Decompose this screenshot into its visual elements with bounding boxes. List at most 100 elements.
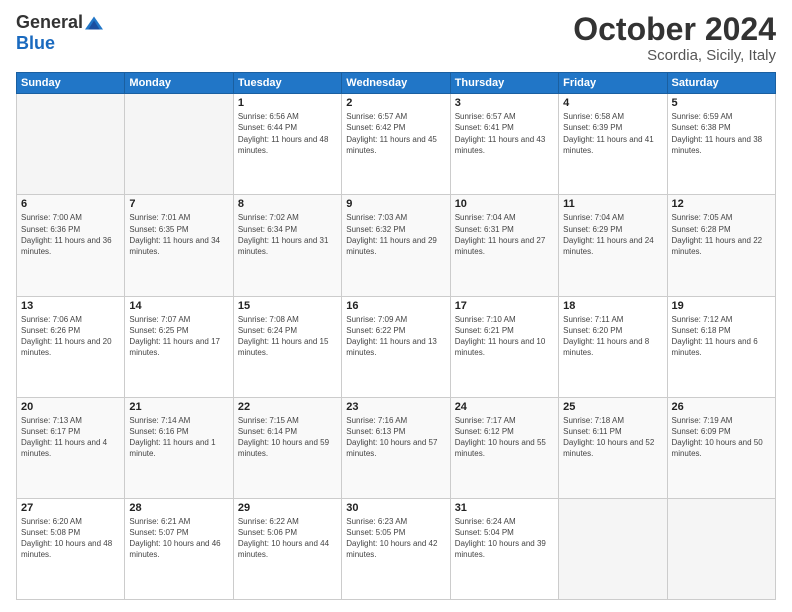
table-row: 17Sunrise: 7:10 AMSunset: 6:21 PMDayligh…	[450, 296, 558, 397]
sunrise-text: Sunrise: 7:06 AM	[21, 315, 82, 324]
daylight-text: Daylight: 11 hours and 15 minutes.	[238, 337, 329, 357]
sunrise-text: Sunrise: 7:07 AM	[129, 315, 190, 324]
sunrise-text: Sunrise: 7:14 AM	[129, 416, 190, 425]
sunset-text: Sunset: 6:29 PM	[563, 225, 622, 234]
day-info: Sunrise: 6:58 AMSunset: 6:39 PMDaylight:…	[563, 111, 662, 156]
day-info: Sunrise: 6:21 AMSunset: 5:07 PMDaylight:…	[129, 516, 228, 561]
table-row: 24Sunrise: 7:17 AMSunset: 6:12 PMDayligh…	[450, 397, 558, 498]
day-info: Sunrise: 7:04 AMSunset: 6:31 PMDaylight:…	[455, 212, 554, 257]
sunset-text: Sunset: 6:13 PM	[346, 427, 405, 436]
day-number: 17	[455, 300, 554, 312]
sunset-text: Sunset: 6:17 PM	[21, 427, 80, 436]
sunset-text: Sunset: 6:22 PM	[346, 326, 405, 335]
daylight-text: Daylight: 11 hours and 45 minutes.	[346, 135, 437, 155]
day-number: 28	[129, 502, 228, 514]
sunrise-text: Sunrise: 6:24 AM	[455, 517, 516, 526]
sunset-text: Sunset: 6:09 PM	[672, 427, 731, 436]
calendar-header-row: Sunday Monday Tuesday Wednesday Thursday…	[17, 73, 776, 94]
daylight-text: Daylight: 10 hours and 42 minutes.	[346, 539, 437, 559]
sunrise-text: Sunrise: 7:18 AM	[563, 416, 624, 425]
daylight-text: Daylight: 10 hours and 55 minutes.	[455, 438, 546, 458]
day-info: Sunrise: 7:01 AMSunset: 6:35 PMDaylight:…	[129, 212, 228, 257]
table-row: 26Sunrise: 7:19 AMSunset: 6:09 PMDayligh…	[667, 397, 775, 498]
sunset-text: Sunset: 6:34 PM	[238, 225, 297, 234]
daylight-text: Daylight: 11 hours and 36 minutes.	[21, 236, 112, 256]
day-info: Sunrise: 7:05 AMSunset: 6:28 PMDaylight:…	[672, 212, 771, 257]
day-info: Sunrise: 7:19 AMSunset: 6:09 PMDaylight:…	[672, 415, 771, 460]
day-info: Sunrise: 6:24 AMSunset: 5:04 PMDaylight:…	[455, 516, 554, 561]
day-number: 31	[455, 502, 554, 514]
day-info: Sunrise: 7:15 AM Sunset: 6:14 PM Daylight:…	[238, 415, 337, 460]
table-row: 20Sunrise: 7:13 AMSunset: 6:17 PMDayligh…	[17, 397, 125, 498]
table-row: 22Sunrise: 7:15 AMSunset: 6:14 PMDayligh…	[233, 397, 341, 498]
header-saturday: Saturday	[667, 73, 775, 94]
header-tuesday: Tuesday	[233, 73, 341, 94]
sunrise-text: Sunrise: 7:08 AM	[238, 315, 299, 324]
sunrise-text: Sunrise: 6:57 AM	[346, 112, 407, 121]
sunset-text: Sunset: 6:25 PM	[129, 326, 188, 335]
sunset-text: Sunset: 6:14 PM	[238, 427, 297, 436]
table-row	[17, 94, 125, 195]
table-row: 25Sunrise: 7:18 AMSunset: 6:11 PMDayligh…	[559, 397, 667, 498]
table-row: 21Sunrise: 7:14 AMSunset: 6:16 PMDayligh…	[125, 397, 233, 498]
daylight-text: Daylight: 11 hours and 1 minute.	[129, 438, 215, 458]
day-info: Sunrise: 6:56 AMSunset: 6:44 PMDaylight:…	[238, 111, 337, 156]
page: General Blue October 2024 Scordia, Sicil…	[0, 0, 792, 612]
header-friday: Friday	[559, 73, 667, 94]
sunset-text: Sunset: 6:32 PM	[346, 225, 405, 234]
sunrise-text: Sunrise: 7:12 AM	[672, 315, 733, 324]
day-number: 30	[346, 502, 445, 514]
table-row: 27Sunrise: 6:20 AMSunset: 5:08 PMDayligh…	[17, 498, 125, 599]
logo-blue-text: Blue	[16, 33, 55, 54]
sunset-text: Sunset: 6:41 PM	[455, 123, 514, 132]
day-number: 6	[21, 198, 120, 210]
day-info: Sunrise: 7:17 AMSunset: 6:12 PMDaylight:…	[455, 415, 554, 460]
daylight-text: Daylight: 11 hours and 4 minutes.	[21, 438, 107, 458]
location: Scordia, Sicily, Italy	[573, 47, 776, 64]
day-number: 27	[21, 502, 120, 514]
sunrise-text: Sunrise: 7:15 AM	[238, 416, 299, 425]
logo-icon	[85, 16, 103, 30]
day-number: 2	[346, 97, 445, 109]
calendar-week-row: 27Sunrise: 6:20 AMSunset: 5:08 PMDayligh…	[17, 498, 776, 599]
table-row: 18Sunrise: 7:11 AMSunset: 6:20 PMDayligh…	[559, 296, 667, 397]
calendar-week-row: 1Sunrise: 6:56 AMSunset: 6:44 PMDaylight…	[17, 94, 776, 195]
day-number: 16	[346, 300, 445, 312]
sunrise-text: Sunrise: 6:58 AM	[563, 112, 624, 121]
table-row: 6Sunrise: 7:00 AMSunset: 6:36 PMDaylight…	[17, 195, 125, 296]
daylight-text: Daylight: 11 hours and 20 minutes.	[21, 337, 112, 357]
calendar-week-row: 6Sunrise: 7:00 AMSunset: 6:36 PMDaylight…	[17, 195, 776, 296]
header-sunday: Sunday	[17, 73, 125, 94]
sunset-text: Sunset: 5:06 PM	[238, 528, 297, 537]
sunset-text: Sunset: 6:24 PM	[238, 326, 297, 335]
daylight-text: Daylight: 10 hours and 48 minutes.	[21, 539, 112, 559]
sunset-text: Sunset: 5:07 PM	[129, 528, 188, 537]
table-row: 9 Sunrise: 7:03 AMSunset: 6:32 PMDaylight…	[342, 195, 450, 296]
table-row: 8Sunrise: 7:02 AMSunset: 6:34 PMDaylight…	[233, 195, 341, 296]
sunrise-text: Sunrise: 7:02 AM	[238, 213, 299, 222]
calendar-table: Sunday Monday Tuesday Wednesday Thursday…	[16, 72, 776, 600]
sunrise-text: Sunrise: 7:05 AM	[672, 213, 733, 222]
daylight-text: Daylight: 11 hours and 38 minutes.	[672, 135, 763, 155]
day-info: Sunrise: 7:13 AMSunset: 6:17 PMDaylight:…	[21, 415, 120, 460]
daylight-text: Daylight: 11 hours and 13 minutes.	[346, 337, 437, 357]
day-number: 23	[346, 401, 445, 413]
daylight-text: Daylight: 10 hours and 59 minutes.	[238, 438, 329, 458]
day-number: 4	[563, 97, 662, 109]
day-info: Sunrise: 7:04 AMSunset: 6:29 PMDaylight:…	[563, 212, 662, 257]
sunset-text: Sunset: 5:08 PM	[21, 528, 80, 537]
day-info: Sunrise: 7:03 AMSunset: 6:32 PMDaylight:…	[346, 212, 445, 257]
calendar-week-row: 20Sunrise: 7:13 AMSunset: 6:17 PMDayligh…	[17, 397, 776, 498]
day-info: Sunrise: 6:59 AMSunset: 6:38 PMDaylight:…	[672, 111, 771, 156]
day-number: 21	[129, 401, 228, 413]
daylight-text: Daylight: 11 hours and 17 minutes.	[129, 337, 220, 357]
sunset-text: Sunset: 6:44 PM	[238, 123, 297, 132]
sunset-text: Sunset: 6:11 PM	[563, 427, 622, 436]
table-row: 5Sunrise: 6:59 AMSunset: 6:38 PMDaylight…	[667, 94, 775, 195]
day-number: 29	[238, 502, 337, 514]
daylight-text: Daylight: 10 hours and 50 minutes.	[672, 438, 763, 458]
table-row: 14Sunrise: 7:07 AMSunset: 6:25 PMDayligh…	[125, 296, 233, 397]
sunset-text: Sunset: 6:36 PM	[21, 225, 80, 234]
day-number: 9	[346, 198, 445, 210]
logo: General Blue	[16, 12, 103, 54]
